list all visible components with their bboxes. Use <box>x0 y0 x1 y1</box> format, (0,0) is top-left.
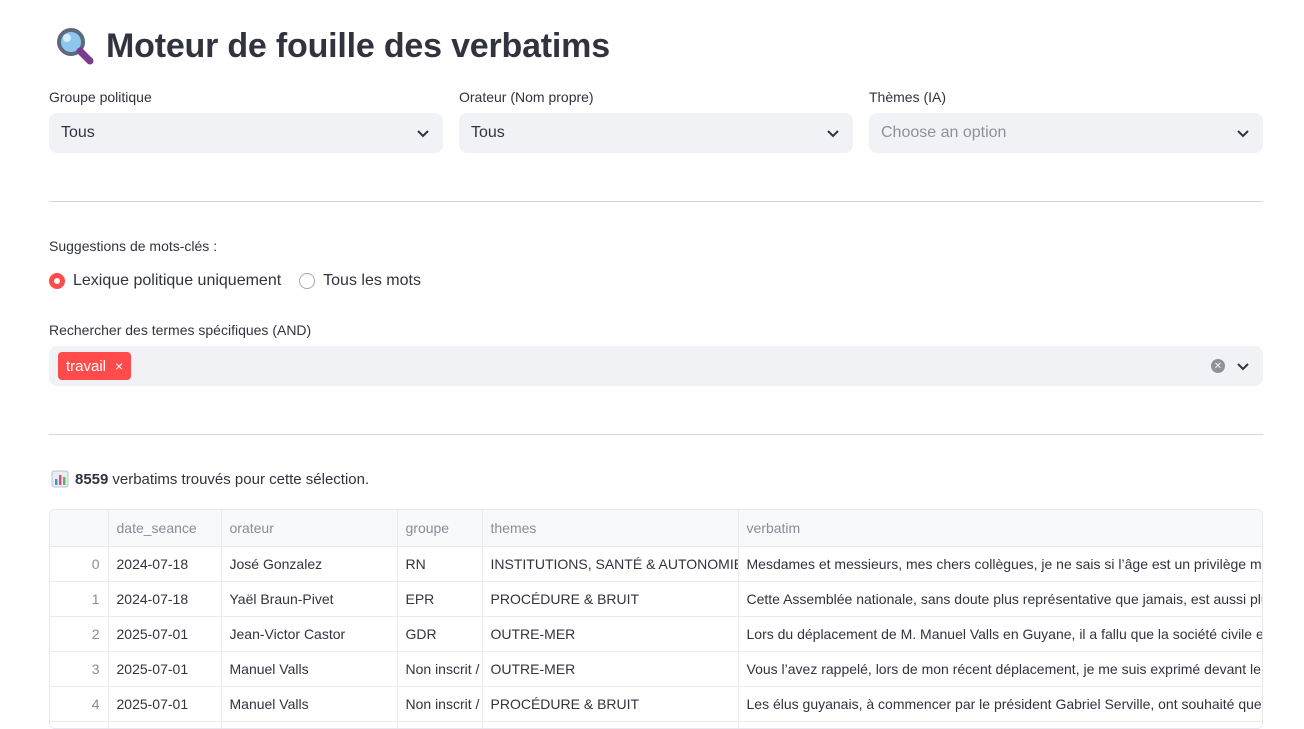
table-cell[interactable]: Manuel Valls <box>221 686 398 722</box>
row-index: 3 <box>50 651 109 687</box>
table-cell[interactable]: Jean-Victor Castor <box>221 616 398 652</box>
table-cell[interactable] <box>108 721 222 728</box>
themes-select-placeholder: Choose an option <box>881 124 1007 141</box>
table-cell[interactable] <box>482 721 739 728</box>
table-row[interactable]: 4 2025-07-01 Manuel Valls Non inscrit / … <box>50 686 1262 722</box>
table-cell[interactable]: Mesdames et messieurs, mes chers collègu… <box>738 546 1262 582</box>
orateur-label: Orateur (Nom propre) <box>459 89 594 105</box>
bar-chart-icon <box>51 470 69 488</box>
table-row[interactable]: 2 2025-07-01 Jean-Victor Castor GDR OUTR… <box>50 616 1262 652</box>
result-count: 8559 <box>75 470 109 488</box>
themes-select[interactable]: Choose an option <box>869 113 1263 153</box>
table-cell[interactable]: PROCÉDURE & BRUIT <box>482 581 739 617</box>
divider <box>49 201 1263 202</box>
themes-label: Thèmes (IA) <box>869 89 947 105</box>
clear-icon[interactable]: ✕ <box>1211 359 1225 373</box>
radio-unselected-icon <box>299 273 316 289</box>
column-header[interactable]: orateur <box>221 510 398 547</box>
table-cell[interactable]: Cette Assemblée nationale, sans doute pl… <box>738 581 1262 617</box>
page-header: Moteur de fouille des verbatims <box>54 26 610 66</box>
table-cell[interactable]: 2024-07-18 <box>108 581 222 617</box>
search-tag: travail × <box>58 352 132 380</box>
search-terms-multiselect[interactable]: travail × ✕ <box>49 346 1263 386</box>
table-cell[interactable]: Les élus guyanais, à commencer par le pr… <box>738 686 1262 722</box>
result-summary: 8559 verbatims trouvés pour cette sélect… <box>51 470 369 488</box>
orateur-select[interactable]: Tous <box>459 113 853 153</box>
table-cell[interactable] <box>397 721 483 728</box>
result-text: verbatims trouvés pour cette sélection. <box>112 470 370 488</box>
radio-selected-icon <box>49 273 65 289</box>
table-cell[interactable] <box>738 721 1262 728</box>
table-cell[interactable]: GDR <box>397 616 483 652</box>
remove-tag-icon[interactable]: × <box>115 358 123 374</box>
table-cell[interactable]: Manuel Valls <box>221 651 398 687</box>
column-header[interactable]: themes <box>482 510 739 547</box>
table-cell[interactable]: EPR <box>397 581 483 617</box>
chevron-down-icon <box>827 130 839 138</box>
divider <box>49 434 1263 435</box>
table-row[interactable]: 3 2025-07-01 Manuel Valls Non inscrit / … <box>50 651 1262 687</box>
search-label: Rechercher des termes spécifiques (AND) <box>49 322 312 338</box>
groupe-label: Groupe politique <box>49 89 152 105</box>
table-cell[interactable]: PROCÉDURE & BRUIT <box>482 686 739 722</box>
table-cell[interactable]: 2024-07-18 <box>108 546 222 582</box>
page-title: Moteur de fouille des verbatims <box>106 26 610 65</box>
row-index: 1 <box>50 581 109 617</box>
table-cell[interactable]: 2025-07-01 <box>108 616 222 652</box>
table-cell[interactable]: OUTRE-MER <box>482 616 739 652</box>
table-header-row: date_seance orateur groupe themes verbat… <box>50 510 1262 547</box>
table-cell[interactable] <box>221 721 398 728</box>
table-row[interactable]: 0 2024-07-18 José Gonzalez RN INSTITUTIO… <box>50 546 1262 582</box>
table-cell[interactable]: Vous l’avez rappelé, lors de mon récent … <box>738 651 1262 687</box>
row-index: 2 <box>50 616 109 652</box>
orateur-select-value: Tous <box>471 124 505 141</box>
chevron-down-icon <box>417 130 429 138</box>
table-row[interactable]: 5 <box>50 721 1262 728</box>
magnifier-icon <box>54 26 98 66</box>
column-header[interactable]: date_seance <box>108 510 222 547</box>
table-cell[interactable]: 2025-07-01 <box>108 686 222 722</box>
table-cell[interactable]: INSTITUTIONS, SANTÉ & AUTONOMIE <box>482 546 739 582</box>
table-cell[interactable]: Lors du déplacement de M. Manuel Valls e… <box>738 616 1262 652</box>
row-index: 4 <box>50 686 109 722</box>
table-row[interactable]: 1 2024-07-18 Yaël Braun-Pivet EPR PROCÉD… <box>50 581 1262 617</box>
suggestions-radio-group: Lexique politique uniquement Tous les mo… <box>49 272 439 290</box>
table-cell[interactable]: OUTRE-MER <box>482 651 739 687</box>
row-index: 0 <box>50 546 109 582</box>
suggestions-label: Suggestions de mots-clés : <box>49 238 218 254</box>
radio-label: Tous les mots <box>323 272 421 289</box>
chevron-down-icon <box>1237 130 1249 138</box>
radio-tous-les-mots[interactable]: Tous les mots <box>299 272 421 290</box>
table-cell[interactable]: José Gonzalez <box>221 546 398 582</box>
column-header[interactable]: groupe <box>397 510 483 547</box>
column-header[interactable] <box>50 510 109 547</box>
results-table[interactable]: date_seance orateur groupe themes verbat… <box>49 509 1263 729</box>
radio-lexique-politique[interactable]: Lexique politique uniquement <box>49 272 281 290</box>
search-tag-label: travail <box>66 357 107 375</box>
table-cell[interactable]: 2025-07-01 <box>108 651 222 687</box>
table-cell[interactable]: RN <box>397 546 483 582</box>
column-header[interactable]: verbatim <box>738 510 1262 547</box>
groupe-select-value: Tous <box>61 124 95 141</box>
table-cell[interactable]: Yaël Braun-Pivet <box>221 581 398 617</box>
table-cell[interactable]: Non inscrit / Autre <box>397 651 483 687</box>
radio-label: Lexique politique uniquement <box>73 272 282 289</box>
table-cell[interactable]: Non inscrit / Autre <box>397 686 483 722</box>
chevron-down-icon[interactable] <box>1235 358 1251 374</box>
row-index: 5 <box>50 721 109 728</box>
groupe-select[interactable]: Tous <box>49 113 443 153</box>
